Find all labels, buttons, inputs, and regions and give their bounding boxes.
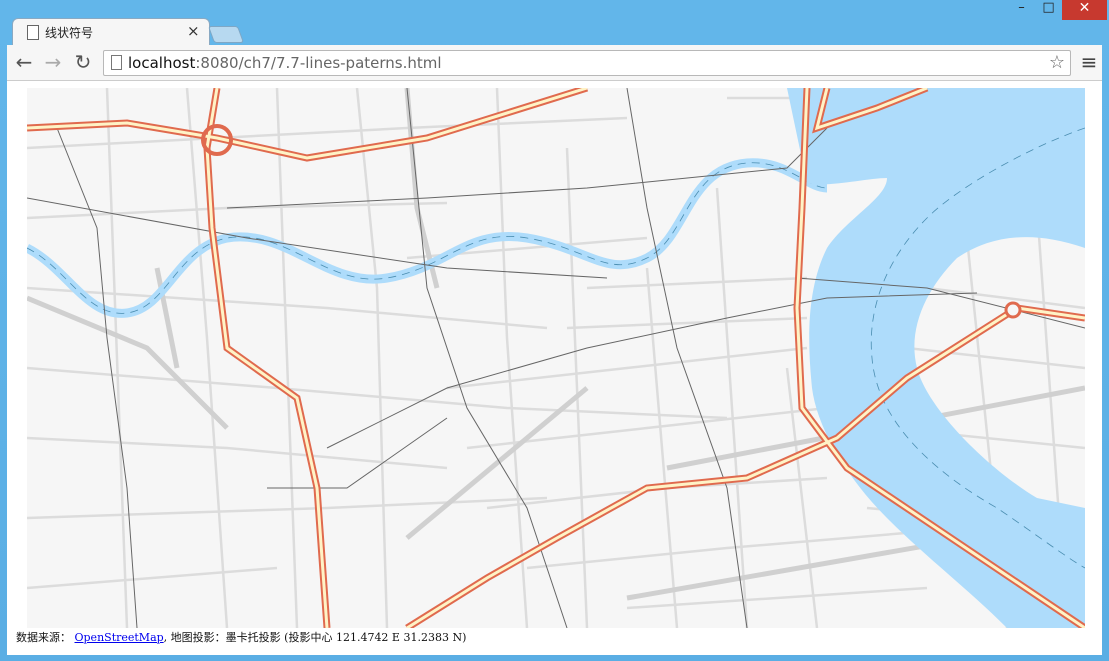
map-svg (27, 88, 1085, 628)
page-icon (27, 25, 39, 40)
url-text[interactable]: localhost:8080/ch7/7.7-lines-paterns.htm… (128, 54, 442, 72)
reload-icon[interactable]: ↻ (71, 50, 95, 74)
tab-title: 线状符号 (45, 26, 94, 40)
maximize-button[interactable]: □ (1035, 0, 1062, 20)
openstreetmap-link[interactable]: OpenStreetMap (75, 631, 164, 644)
star-icon[interactable]: ☆ (1049, 52, 1065, 73)
menu-icon[interactable]: ≡ (1079, 50, 1099, 74)
forward-icon[interactable]: → (41, 50, 65, 74)
page-icon (111, 55, 122, 70)
close-window-button[interactable]: ✕ (1062, 0, 1107, 20)
back-icon[interactable]: ← (12, 50, 36, 74)
new-tab-button[interactable] (207, 26, 245, 43)
close-icon[interactable]: × (187, 22, 200, 40)
address-bar[interactable]: localhost:8080/ch7/7.7-lines-paterns.htm… (103, 50, 1071, 76)
page-content: 数据来源： OpenStreetMap, 地图投影：墨卡托投影 (投影中心 12… (7, 81, 1102, 655)
browser-toolbar: ← → ↻ localhost:8080/ch7/7.7-lines-pater… (7, 45, 1102, 81)
url-path: :8080/ch7/7.7-lines-paterns.html (195, 54, 442, 72)
map-canvas[interactable] (27, 88, 1085, 628)
projection-text: , 地图投影：墨卡托投影 (投影中心 121.4742 E 31.2383 N) (163, 631, 467, 644)
browser-tab[interactable]: 线状符号 × (12, 18, 210, 46)
browser-window: – □ ✕ 线状符号 × ← → ↻ localhost:8080/ch7/7.… (0, 0, 1109, 661)
map-attribution: 数据来源： OpenStreetMap, 地图投影：墨卡托投影 (投影中心 12… (16, 629, 466, 645)
url-host: localhost (128, 54, 196, 72)
source-label: 数据来源： (16, 631, 71, 644)
minimize-button[interactable]: – (1008, 0, 1035, 20)
